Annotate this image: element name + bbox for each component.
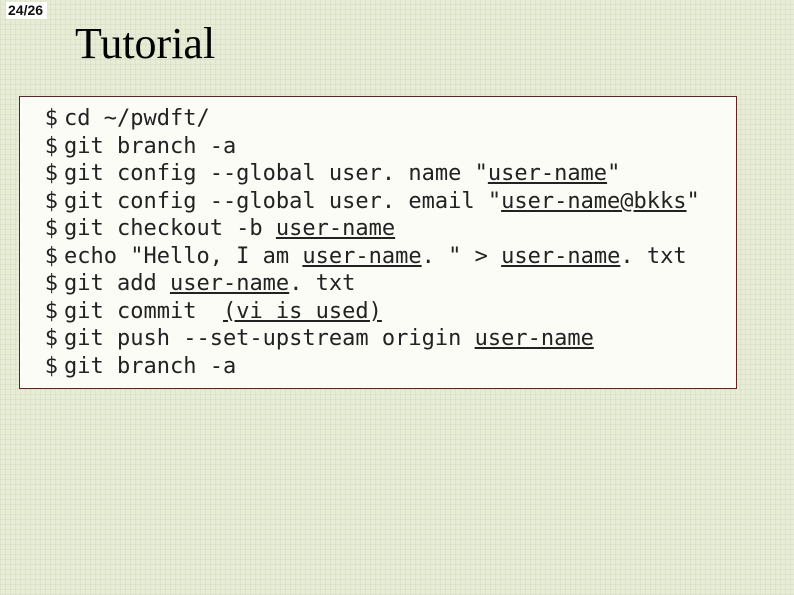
cmd-text: git commit (64, 299, 223, 324)
shell-command: git checkout -b user-name (64, 215, 736, 243)
shell-prompt: $ (20, 325, 64, 353)
shell-prompt: $ (20, 105, 64, 133)
code-line: $ git commit (vi is used) (20, 298, 736, 326)
placeholder-user-name: user-name (276, 216, 395, 241)
shell-prompt: $ (20, 160, 64, 188)
cmd-text: git add (64, 271, 170, 296)
shell-prompt: $ (20, 298, 64, 326)
placeholder-user-name: user-name (302, 244, 421, 269)
page-counter: 24/26 (6, 2, 47, 19)
placeholder-user-name: user-name (170, 271, 289, 296)
shell-command: git config --global user. name "user-nam… (64, 160, 736, 188)
shell-command: git push --set-upstream origin user-name (64, 325, 736, 353)
code-line: $ git branch -a (20, 133, 736, 161)
cmd-text: git push --set-upstream origin (64, 326, 475, 351)
placeholder-user-email: user-name@bkks (501, 189, 686, 214)
code-line: $ git add user-name. txt (20, 270, 736, 298)
code-line: $ git config --global user. email "user-… (20, 188, 736, 216)
placeholder-note: (vi is used) (223, 299, 382, 324)
shell-command: git config --global user. email "user-na… (64, 188, 736, 216)
cmd-text: . txt (289, 271, 355, 296)
code-line: $ git push --set-upstream origin user-na… (20, 325, 736, 353)
cmd-text: . txt (620, 244, 686, 269)
shell-command: git branch -a (64, 353, 736, 381)
shell-command: echo "Hello, I am user-name. " > user-na… (64, 243, 736, 271)
code-line: $ git config --global user. name "user-n… (20, 160, 736, 188)
code-block: $ cd ~/pwdft/ $ git branch -a $ git conf… (19, 96, 737, 389)
cmd-text: echo "Hello, I am (64, 244, 302, 269)
cmd-text: " (687, 189, 700, 214)
cmd-text: . " > (422, 244, 501, 269)
placeholder-user-name: user-name (501, 244, 620, 269)
cmd-text: git config --global user. name " (64, 161, 488, 186)
shell-command: git commit (vi is used) (64, 298, 736, 326)
code-line: $ echo "Hello, I am user-name. " > user-… (20, 243, 736, 271)
code-line: $ cd ~/pwdft/ (20, 105, 736, 133)
shell-prompt: $ (20, 133, 64, 161)
slide-title: Tutorial (75, 18, 215, 69)
placeholder-user-name: user-name (475, 326, 594, 351)
placeholder-user-name: user-name (488, 161, 607, 186)
code-line: $ git checkout -b user-name (20, 215, 736, 243)
code-line: $ git branch -a (20, 353, 736, 381)
shell-command: git add user-name. txt (64, 270, 736, 298)
cmd-text: " (607, 161, 620, 186)
shell-prompt: $ (20, 215, 64, 243)
shell-prompt: $ (20, 188, 64, 216)
shell-command: cd ~/pwdft/ (64, 105, 736, 133)
shell-prompt: $ (20, 353, 64, 381)
shell-prompt: $ (20, 270, 64, 298)
shell-prompt: $ (20, 243, 64, 271)
cmd-text: git config --global user. email " (64, 189, 501, 214)
shell-command: git branch -a (64, 133, 736, 161)
cmd-text: git checkout -b (64, 216, 276, 241)
